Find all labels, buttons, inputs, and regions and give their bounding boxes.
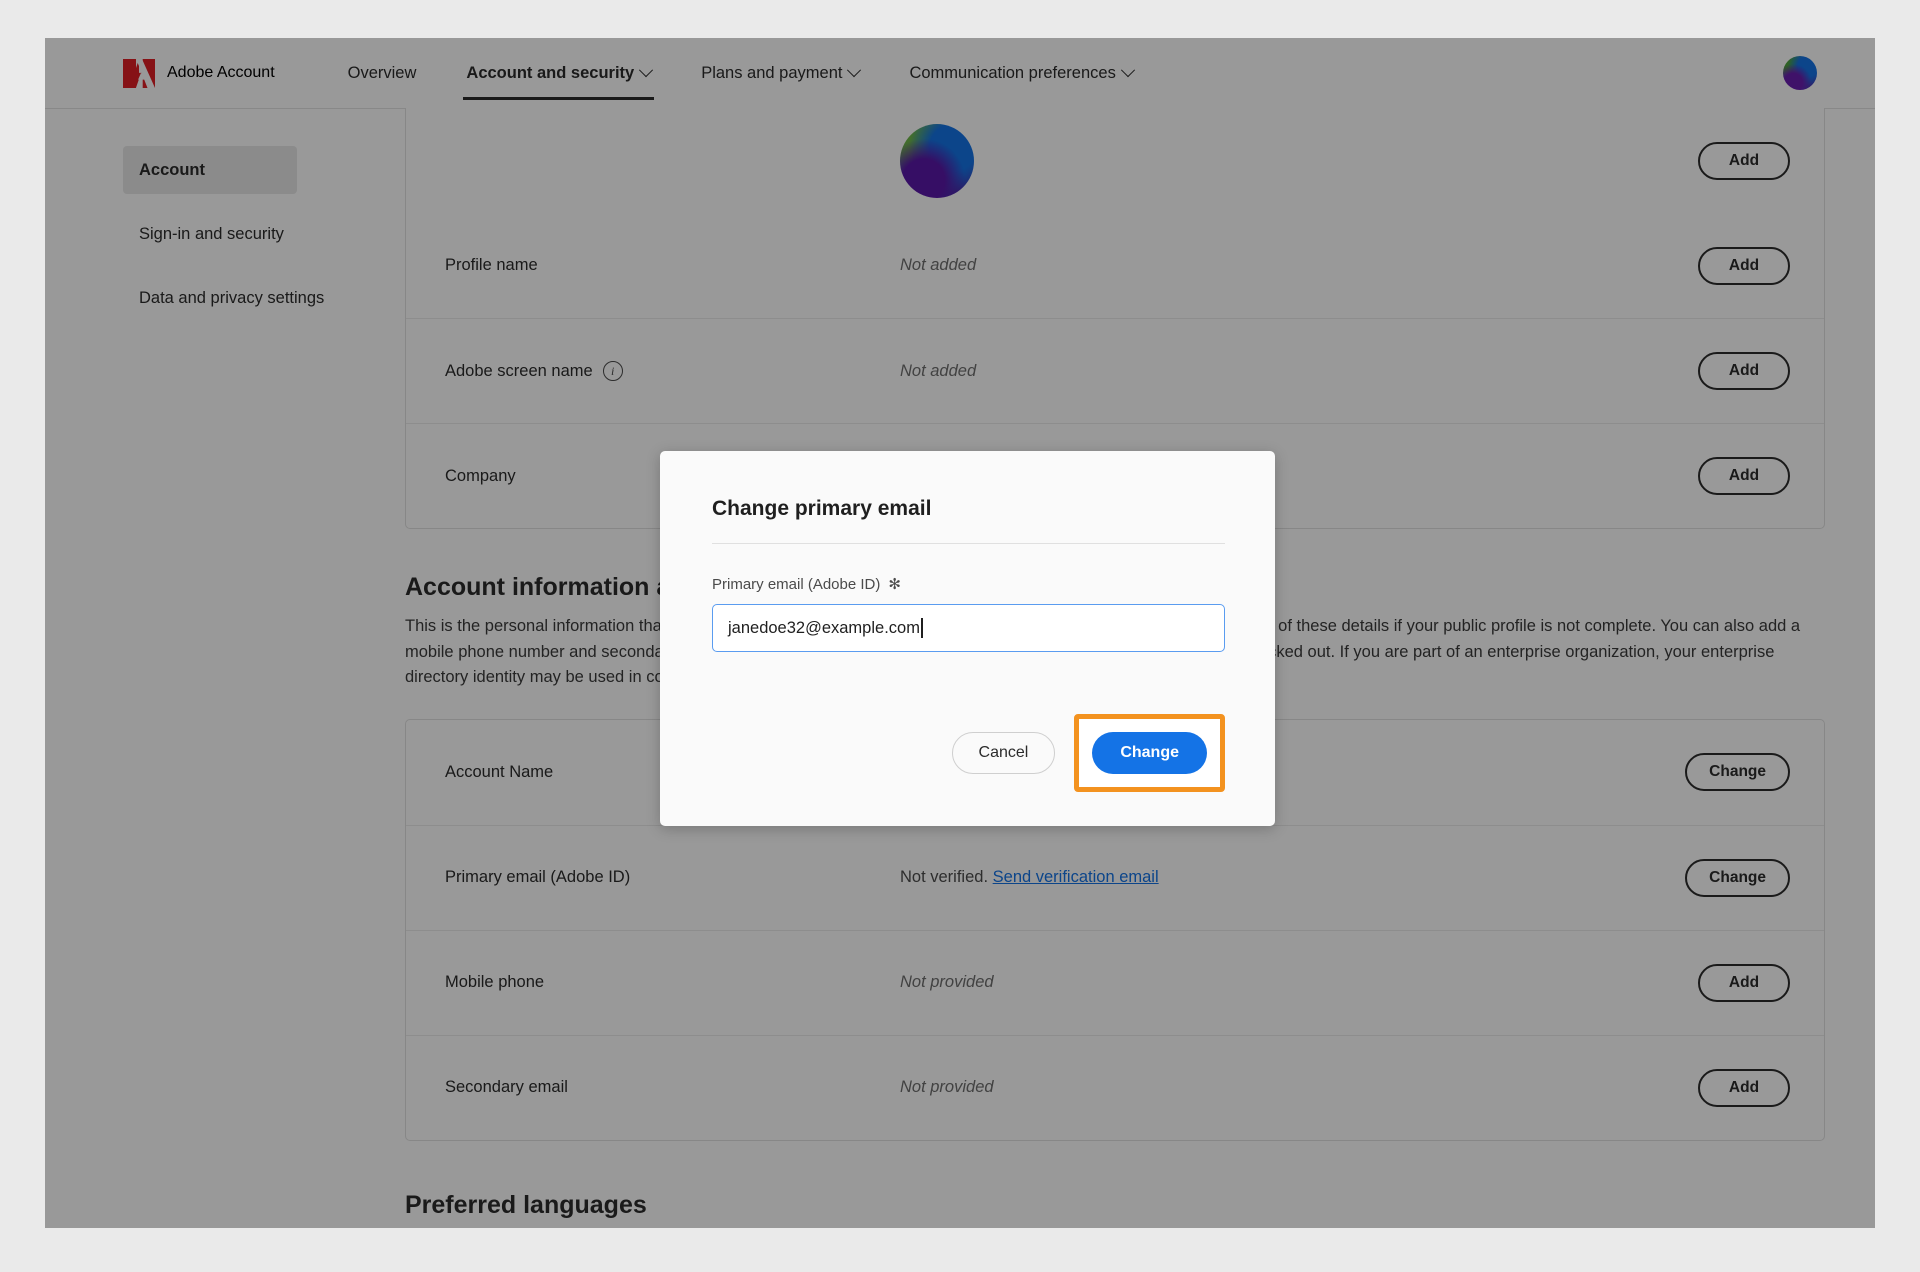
cancel-button[interactable]: Cancel	[951, 732, 1056, 774]
sidebar: Account Sign-in and security Data and pr…	[45, 108, 345, 322]
required-asterisk-icon: ✻	[888, 576, 901, 593]
dialog-actions: Cancel Change	[712, 714, 1225, 792]
table-row: Add	[406, 108, 1824, 213]
change-primary-email-dialog: Change primary email Primary email (Adob…	[660, 451, 1275, 826]
row-action: Add	[1610, 457, 1790, 495]
chevron-down-icon	[639, 63, 654, 78]
email-field-label: Primary email (Adobe ID) ✻	[712, 576, 1225, 593]
brand-label: Adobe Account	[167, 64, 275, 81]
row-label-text: Adobe screen name	[445, 361, 593, 380]
user-avatar-icon[interactable]	[1783, 56, 1817, 90]
row-label: Secondary email	[445, 1078, 900, 1097]
browser-page-frame: Adobe Account Overview Account and secur…	[45, 38, 1875, 1228]
sidebar-item-label: Data and privacy settings	[139, 288, 325, 307]
nav-item-label: Plans and payment	[701, 63, 843, 82]
top-navigation-bar: Adobe Account Overview Account and secur…	[45, 38, 1875, 109]
change-account-name-button[interactable]: Change	[1685, 753, 1790, 792]
row-label-text: Secondary email	[445, 1078, 568, 1097]
row-label-text: Company	[445, 466, 516, 485]
add-mobile-phone-button[interactable]: Add	[1698, 963, 1790, 1002]
change-primary-email-button[interactable]: Change	[1685, 858, 1790, 897]
dialog-title: Change primary email	[712, 497, 932, 520]
table-row: Primary email (Adobe ID) Not verified. S…	[406, 824, 1824, 930]
row-action: Add	[1610, 352, 1790, 390]
highlight-box: Change	[1074, 714, 1225, 792]
sidebar-item-label: Account	[139, 160, 205, 179]
chevron-down-icon	[847, 63, 862, 78]
add-profile-name-button[interactable]: Add	[1698, 246, 1790, 285]
table-row: Secondary email Not provided Add	[406, 1034, 1824, 1140]
nav-item-plans-and-payment[interactable]: Plans and payment	[698, 38, 862, 108]
chevron-down-icon	[1120, 63, 1135, 78]
adobe-logo-icon	[123, 58, 155, 88]
add-photo-button[interactable]: Add	[1698, 141, 1790, 180]
row-value: Not added	[900, 361, 977, 380]
nav-item-label: Account and security	[466, 63, 635, 82]
sidebar-item-account[interactable]: Account	[123, 146, 297, 194]
add-screen-name-button[interactable]: Add	[1698, 352, 1790, 390]
text-caret	[920, 618, 923, 638]
row-action: Add	[1610, 1068, 1790, 1107]
row-label-text: Primary email (Adobe ID)	[445, 868, 631, 887]
info-circle-icon[interactable]: i	[602, 361, 623, 381]
sidebar-item-label: Sign-in and security	[139, 224, 284, 243]
row-action: Add	[1610, 963, 1790, 1002]
row-action: Change	[1610, 753, 1790, 792]
row-label: Profile name	[445, 256, 900, 275]
table-row: Adobe screen name i Not added Add	[406, 318, 1824, 423]
row-action: Add	[1610, 141, 1790, 180]
brand-logo[interactable]: Adobe Account	[123, 38, 275, 108]
row-value: Not provided	[900, 973, 994, 992]
preferred-languages-heading: Preferred languages	[405, 1190, 647, 1219]
row-value: Not provided	[900, 1078, 994, 1097]
nav-item-overview[interactable]: Overview	[345, 38, 420, 108]
nav-item-account-and-security[interactable]: Account and security	[463, 38, 655, 108]
send-verification-email-link[interactable]: Send verification email	[993, 868, 1159, 886]
row-value: Not verified. Send verification email	[900, 868, 1610, 887]
row-label-text: Mobile phone	[445, 973, 545, 992]
sidebar-item-sign-in-and-security[interactable]: Sign-in and security	[123, 210, 297, 258]
email-field-label-text: Primary email (Adobe ID)	[712, 576, 881, 593]
table-row: Mobile phone Not provided Add	[406, 929, 1824, 1035]
row-label: Adobe screen name i	[445, 361, 900, 381]
email-input-value: janedoe32@example.com	[728, 618, 920, 637]
add-company-button[interactable]: Add	[1698, 457, 1790, 495]
verification-status-text: Not verified.	[900, 868, 989, 887]
row-value: Not added	[900, 256, 977, 274]
sidebar-item-data-and-privacy-settings[interactable]: Data and privacy settings	[123, 274, 324, 322]
nav-item-communication-preferences[interactable]: Communication preferences	[906, 38, 1135, 108]
row-label-text: Account Name	[445, 762, 554, 781]
profile-avatar[interactable]	[900, 123, 974, 198]
nav-item-label: Communication preferences	[909, 63, 1116, 82]
row-label-text: Profile name	[445, 256, 538, 274]
row-label: Primary email (Adobe ID)	[445, 868, 900, 887]
table-row: Profile name Not added Add	[406, 213, 1824, 318]
row-action: Change	[1610, 858, 1790, 897]
nav-item-label: Overview	[347, 63, 417, 82]
dialog-divider	[712, 543, 1225, 544]
confirm-change-button[interactable]: Change	[1092, 732, 1207, 774]
email-input[interactable]: janedoe32@example.com	[712, 604, 1225, 652]
add-secondary-email-button[interactable]: Add	[1698, 1068, 1790, 1107]
row-label: Mobile phone	[445, 973, 900, 992]
row-action: Add	[1610, 246, 1790, 285]
